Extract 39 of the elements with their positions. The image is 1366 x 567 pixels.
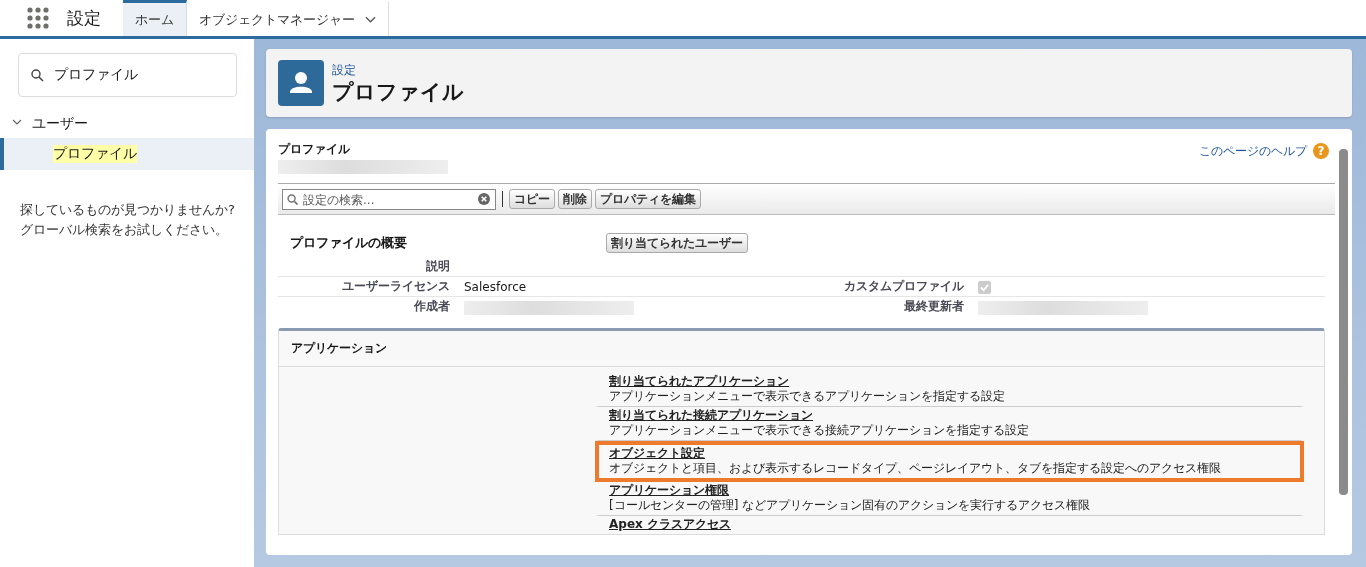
link-description: オブジェクトと項目、および表示するレコードタイプ、ページレイアウト、タブを指定する設定へのアクセス権限 [609, 461, 1222, 476]
field-label: 作成者 [413, 298, 451, 315]
no-results-hint: 探しているものが見つかりませんか? グローバル検索をお試しください。 [20, 201, 236, 239]
page-title: プロファイル [332, 78, 464, 105]
toolbar-button[interactable]: プロパティを編集 [595, 189, 701, 209]
tree-item[interactable]: プロファイル [0, 138, 254, 170]
section-header: アプリケーション [279, 331, 1324, 367]
section-link[interactable]: アプリケーション権限 [609, 483, 1300, 498]
quick-find-field[interactable]: プロファイル [18, 53, 237, 97]
field-label: ユーザーライセンス [341, 278, 451, 295]
link-description: [コールセンターの管理] などアプリケーション固有のアクションを実行するアクセス権限 [609, 498, 1092, 513]
user-icon [278, 60, 324, 106]
clear-icon[interactable] [478, 192, 490, 205]
section-link[interactable]: オブジェクト設定 [609, 446, 1300, 461]
section-title: プロファイルの概要 [290, 234, 408, 252]
record-type-label: プロファイル [278, 141, 351, 158]
search-field[interactable]: 設定の検索... [282, 189, 496, 210]
field-label: カスタムプロファイル [843, 278, 965, 295]
app-title: 設定 [67, 6, 101, 30]
nav-tab[interactable]: ホーム [123, 0, 187, 36]
section-link[interactable]: Apex クラスアクセス [609, 517, 1300, 532]
field-label: 最終更新者 [903, 298, 965, 315]
link-description: アプリケーションメニューで表示できるアプリケーションを指定する設定 [609, 389, 1006, 404]
nav-tab[interactable]: オブジェクトマネージャー [187, 0, 389, 36]
chevron-down-icon[interactable] [365, 16, 376, 23]
section-link[interactable]: 割り当てられたアプリケーション [609, 374, 1300, 389]
toolbar-button[interactable]: コピー [509, 189, 555, 209]
scrollbar[interactable] [1339, 149, 1348, 495]
field-label: 説明 [425, 258, 451, 275]
help-link[interactable]: このページのヘルプ [1199, 142, 1307, 160]
field-value: Salesforce [464, 279, 528, 294]
search-icon [31, 68, 44, 82]
section-link[interactable]: 割り当てられた接続アプリケーション [609, 408, 1300, 423]
app-launcher-icon[interactable] [27, 7, 49, 29]
toolbar-button[interactable]: 削除 [558, 189, 592, 209]
link-description: アプリケーションメニューで表示できる接続アプリケーションを指定する設定 [609, 423, 1030, 438]
assigned-users-button[interactable]: 割り当てられたユーザー [606, 233, 748, 253]
tree-group[interactable]: ユーザー [4, 110, 254, 138]
breadcrumb-link[interactable]: 設定 [332, 61, 464, 79]
